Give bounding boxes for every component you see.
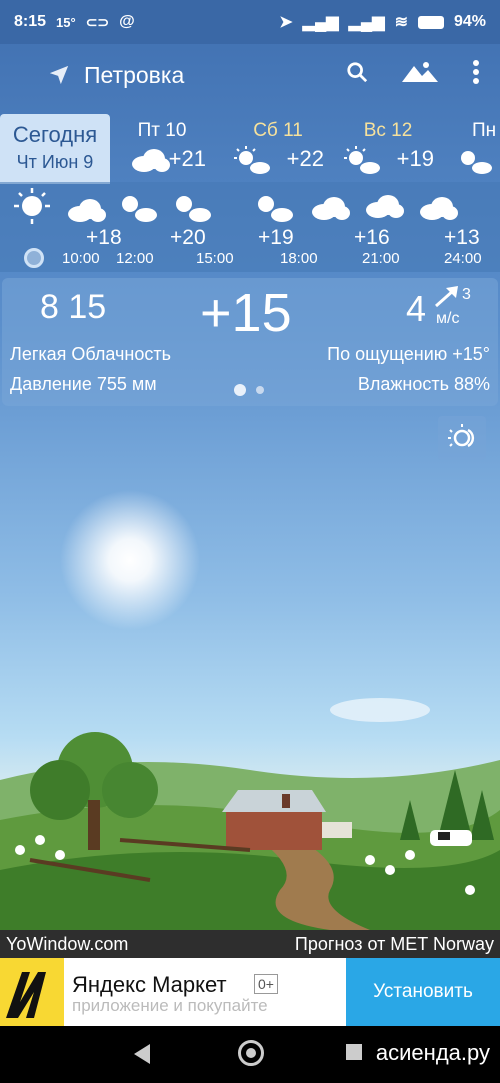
- age-rating: 0+: [254, 974, 278, 994]
- battery-icon: [417, 15, 444, 29]
- location-arrow-icon[interactable]: [48, 64, 70, 86]
- sun-cloud-icon: [234, 146, 270, 174]
- current-time-marker: [24, 248, 44, 268]
- landscape-scene: [0, 698, 500, 930]
- day-temp: +19: [396, 146, 434, 171]
- footer-bar: YoWindow.com Прогноз от MET Norway: [0, 930, 500, 958]
- day-today[interactable]: Сегодня Чт Июн 9: [0, 114, 110, 184]
- battery-level: 94%: [453, 13, 486, 30]
- status-time: 8:15: [14, 13, 47, 30]
- install-button[interactable]: Установить: [346, 958, 500, 1026]
- home-icon[interactable]: [238, 1040, 264, 1066]
- sun-glow: [60, 490, 200, 630]
- ad-banner[interactable]: Яндекс Маркет 0+ приложение и покупайте …: [0, 958, 500, 1026]
- sun-cloud-icon: [122, 196, 157, 222]
- weather-description: Легкая Облачность: [10, 344, 171, 364]
- signal-icon: ▂▄▆: [302, 14, 339, 31]
- wind-speed: 4: [406, 288, 427, 329]
- yandex-market-logo: [0, 958, 64, 1026]
- hourly-time: 10:00: [62, 250, 100, 267]
- current-conditions[interactable]: 8 15 +15 4 3 м/с Легкая Облачность По ощ…: [2, 278, 498, 406]
- hourly-forecast: +18 +20 +19 +16 +13 10:00 12:00 15:00 18…: [0, 182, 500, 272]
- day-name: Сегодня: [12, 122, 98, 147]
- day-sat[interactable]: Сб 11 +22: [228, 114, 328, 180]
- hourly-temp: +18: [86, 226, 122, 249]
- sun-icon: [14, 188, 50, 224]
- day-fri[interactable]: Пт 10 +21: [116, 114, 216, 180]
- ad-title: Яндекс Маркет: [72, 972, 227, 997]
- hourly-time: 18:00: [280, 250, 318, 267]
- landscape-icon[interactable]: [402, 60, 438, 84]
- hourly-time: 24:00: [444, 250, 482, 267]
- link-icon: ⊂⊃: [85, 13, 110, 30]
- watermark: асиенда.ру: [375, 1040, 490, 1065]
- yowindow-link[interactable]: YoWindow.com: [6, 934, 128, 955]
- page-dot: [256, 386, 264, 394]
- sun-cloud-icon: [176, 196, 211, 222]
- wifi-icon: ≋: [394, 14, 408, 31]
- cloud-icon: [366, 195, 404, 218]
- city-name[interactable]: Петровка: [84, 62, 184, 89]
- sun-cloud-icon: [461, 151, 492, 174]
- status-temp: 15°: [56, 14, 76, 30]
- day-date: Чт Июн 9: [16, 152, 94, 172]
- hourly-temp: +16: [354, 226, 390, 249]
- cloud-icon: [132, 149, 170, 172]
- recent-apps-icon[interactable]: [346, 1044, 362, 1060]
- at-icon: @: [119, 13, 135, 30]
- hourly-temp: +20: [170, 226, 206, 249]
- day-temp: +21: [168, 146, 206, 171]
- hourly-time: 12:00: [116, 250, 154, 267]
- day-mon[interactable]: Пн: [448, 114, 500, 180]
- page-indicator: [234, 384, 264, 396]
- sun-cloud-icon: [344, 146, 380, 174]
- wind-unit: м/с: [436, 310, 460, 327]
- cloud-icon: [420, 197, 458, 220]
- app-bar: Петровка: [0, 44, 500, 108]
- system-nav-bar: асиенда.ру: [0, 1026, 500, 1083]
- forecast-source[interactable]: Прогноз от MET Norway: [295, 934, 494, 955]
- wind-direction-icon: [435, 286, 458, 308]
- current-time: 8 15: [40, 288, 107, 326]
- hourly-time: 15:00: [196, 250, 234, 267]
- day-name: Пн: [472, 120, 497, 141]
- sun-eclipse-icon: [448, 424, 475, 448]
- back-icon[interactable]: [134, 1044, 152, 1064]
- day-sun[interactable]: Вс 12 +19: [338, 114, 438, 180]
- cloud-icon: [312, 197, 350, 220]
- day-name: Вс 12: [363, 120, 413, 141]
- hourly-temp: +13: [444, 226, 480, 249]
- search-icon[interactable]: [346, 61, 368, 83]
- day-name: Пт 10: [137, 120, 187, 141]
- cloud-icon: [68, 199, 106, 222]
- current-temp: +15: [200, 283, 292, 343]
- hourly-temp: +19: [258, 226, 294, 249]
- status-bar: 8:15 15° ⊂⊃ @ ➤ ▂▄▆ ▂▄▆ ≋ 94%: [0, 0, 500, 44]
- wind-gust: 3: [462, 286, 471, 303]
- more-menu-icon[interactable]: [472, 60, 480, 84]
- sun-mode-button[interactable]: [438, 416, 486, 460]
- ad-subtitle: приложение и покупайте: [72, 996, 268, 1015]
- day-temp: +22: [286, 146, 324, 171]
- sun-cloud-icon: [258, 196, 293, 222]
- daily-forecast: Сегодня Чт Июн 9 Пт 10 +21 Сб 11 +22 Вс …: [0, 114, 500, 184]
- humidity: Влажность 88%: [357, 374, 490, 394]
- hourly-time: 21:00: [362, 250, 400, 267]
- signal-icon-2: ▂▄▆: [348, 14, 385, 31]
- location-status-icon: ➤: [279, 14, 293, 31]
- feels-like: По ощущению +15°: [327, 344, 490, 364]
- page-dot-active: [234, 384, 246, 396]
- day-name: Сб 11: [253, 120, 303, 141]
- pressure: Давление 755 мм: [10, 374, 157, 394]
